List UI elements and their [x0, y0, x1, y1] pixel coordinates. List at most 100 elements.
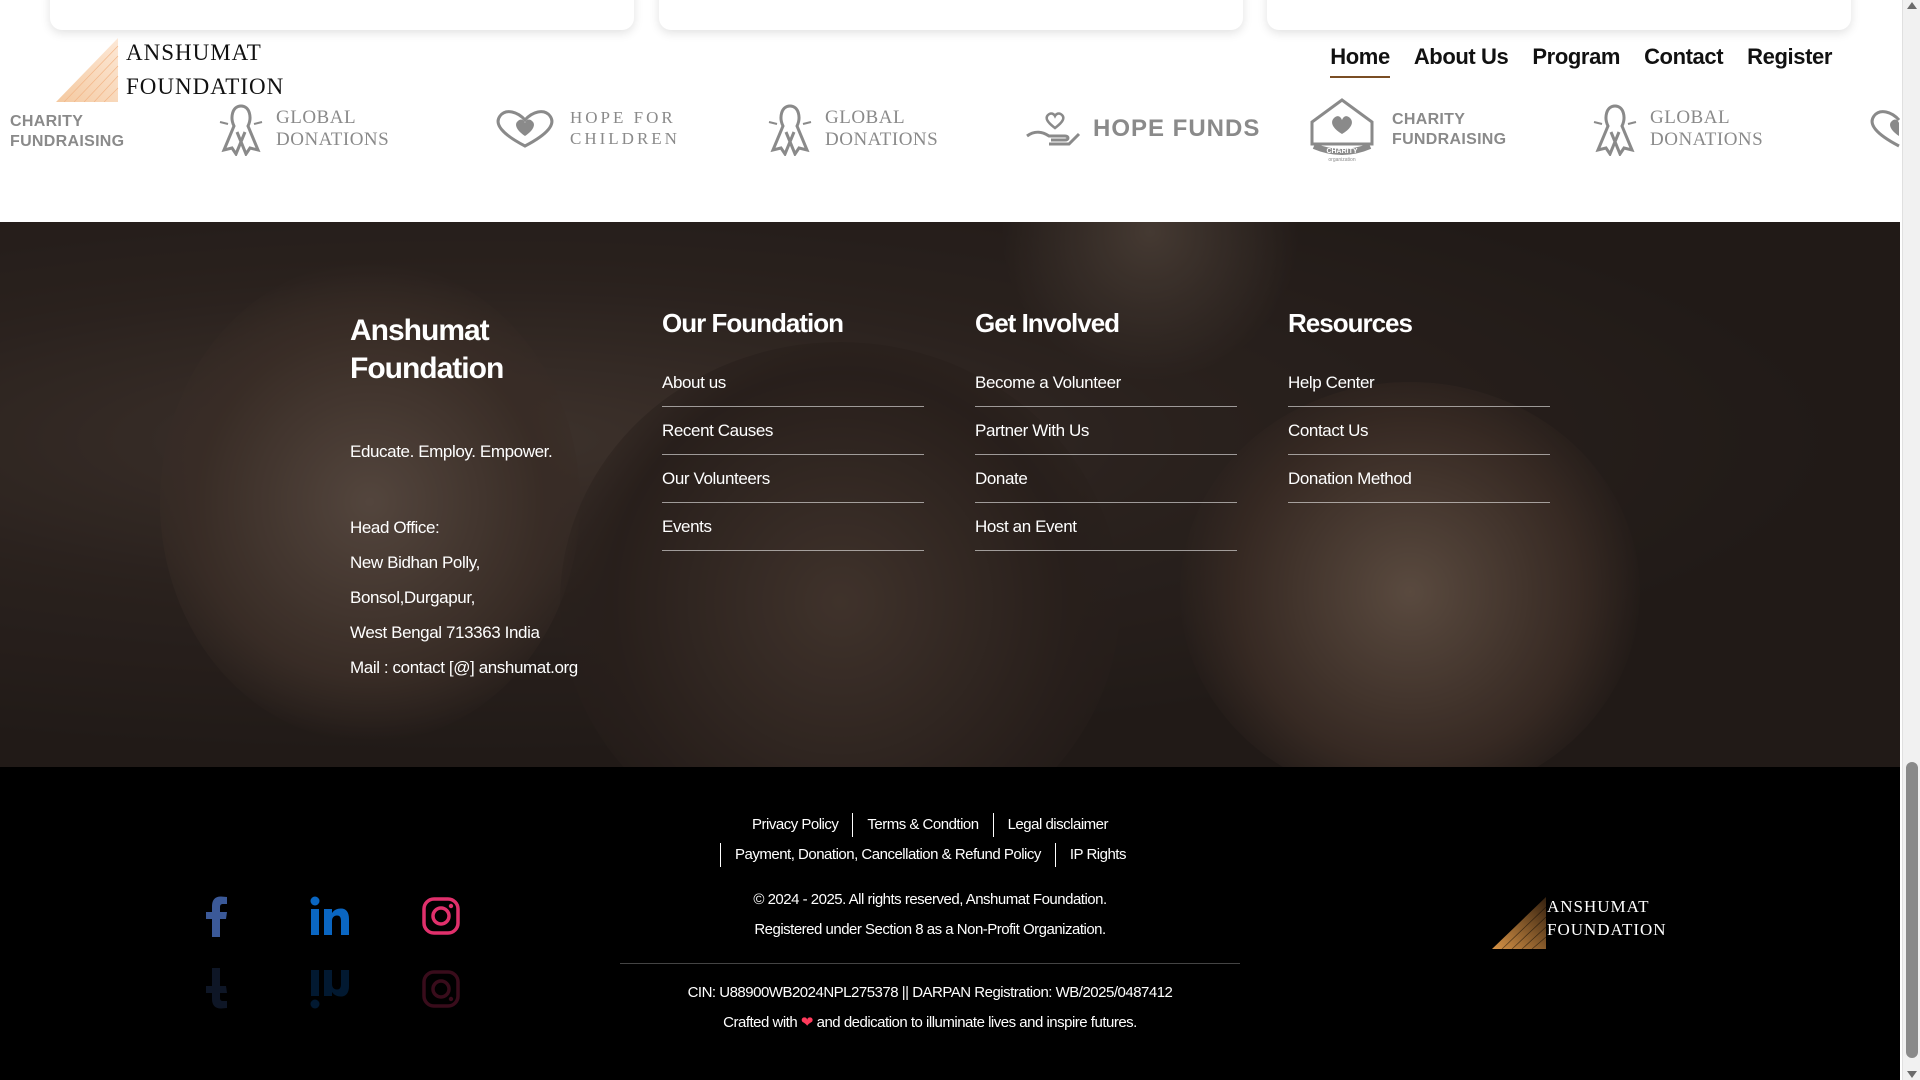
hand-heart-icon: [1026, 112, 1081, 146]
copyright-text: © 2024 - 2025. All rights reserved, Ansh…: [753, 891, 1107, 908]
partner-label: FUNDRAISING: [1392, 131, 1507, 148]
partner-label: FUNDRAISING: [10, 133, 125, 150]
footer-link-donate[interactable]: Donate: [975, 455, 1237, 503]
facebook-icon: [196, 963, 238, 1010]
privacy-policy-link[interactable]: Privacy Policy: [738, 813, 852, 837]
cin-text: CIN: U88900WB2024NPL275378 || DARPAN Reg…: [687, 984, 1173, 1001]
divider: [620, 963, 1240, 964]
scrollbar-thumb[interactable]: [1906, 762, 1918, 1058]
bg-overlay: [0, 222, 1900, 767]
nav-program[interactable]: Program: [1532, 44, 1620, 78]
nav-contact[interactable]: Contact: [1644, 44, 1723, 78]
partner-charity-fundraising: CHARITY organization CHARITY FUNDRAISING: [1304, 98, 1506, 162]
footer-col-foundation: Our Foundation About us Recent Causes Ou…: [662, 308, 924, 551]
footer-bottom-bar: Privacy Policy Terms & Condtion Legal di…: [0, 767, 1900, 1080]
partner-label: DONATIONS: [276, 129, 390, 150]
partner-logos: ‹ CHARITY FUNDRAISING GLOBAL DONATIONS H…: [0, 98, 1900, 162]
social-links: [196, 895, 462, 937]
copyright-block: © 2024 - 2025. All rights reserved, Ansh…: [620, 885, 1240, 945]
ribbon-icon: [1593, 104, 1637, 156]
partner-label: HOPE FOR: [570, 108, 676, 127]
hearts-hands-icon: [1870, 110, 1900, 148]
col-heading: Our Foundation: [662, 308, 844, 338]
partner-hope-for-children: HOPE FOR CHILDREN: [492, 106, 680, 150]
address-line: West Bengal 713363 India: [350, 623, 540, 642]
logo-triangle-icon: [56, 38, 119, 102]
facebook-icon[interactable]: [196, 895, 238, 937]
registration-text: Registered under Section 8 as a Non-Prof…: [754, 921, 1106, 938]
charity-badge-icon: CHARITY organization: [1310, 98, 1374, 162]
logo-line1: ANSHUMAT: [126, 40, 262, 65]
nav-about-us[interactable]: About Us: [1414, 44, 1509, 78]
footer-link-donation-method[interactable]: Donation Method: [1288, 455, 1550, 503]
legal-section: Privacy Policy Terms & Condtion Legal di…: [620, 813, 1240, 1038]
partner-label: CHARITY: [1392, 111, 1466, 128]
badge-label: CHARITY: [1326, 148, 1357, 155]
footer-link-about-us[interactable]: About us: [662, 373, 924, 407]
footer-link-become-volunteer[interactable]: Become a Volunteer: [975, 373, 1237, 407]
partner-global-donations: GLOBAL DONATIONS: [767, 102, 938, 156]
footer-link-our-volunteers[interactable]: Our Volunteers: [662, 455, 924, 503]
footer-link-partner-with-us[interactable]: Partner With Us: [975, 407, 1237, 455]
address-line: Head Office:: [350, 518, 440, 537]
logo-triangle-icon: [1492, 897, 1547, 949]
site-logo[interactable]: ANSHUMAT FOUNDATION: [56, 30, 296, 102]
hearts-hands-icon: [496, 110, 554, 148]
logo-line1: ANSHUMAT: [1547, 897, 1650, 916]
legal-disclaimer-link[interactable]: Legal disclaimer: [992, 813, 1122, 837]
col-heading: Resources: [1288, 308, 1413, 338]
ribbon-icon: [219, 104, 263, 156]
logo-text: ANSHUMAT FOUNDATION: [1547, 895, 1667, 941]
partner-label: GLOBAL: [1650, 107, 1731, 128]
partner-hope-for-children: [1866, 106, 1900, 150]
main-nav: Home About Us Program Contact Register: [1330, 44, 1832, 78]
partner-charity-fundraising: ‹ CHARITY FUNDRAISING: [0, 112, 124, 152]
refund-policy-link[interactable]: Payment, Donation, Cancellation & Refund…: [720, 843, 1055, 867]
footer-logo[interactable]: ANSHUMAT FOUNDATION: [1492, 893, 1682, 959]
footer-brand-col: Anshumat Foundation Educate. Employ. Emp…: [350, 312, 630, 685]
crafted-post: and dedication to illuminate lives and i…: [816, 1014, 1138, 1031]
social-reflection: [196, 963, 462, 1010]
partner-label: DONATIONS: [1650, 129, 1764, 150]
footer-hero: Anshumat Foundation Educate. Employ. Emp…: [0, 222, 1900, 767]
partner-label: CHILDREN: [570, 129, 680, 148]
scroll-up-icon[interactable]: [1907, 2, 1917, 9]
partner-hope-funds: HOPE FUNDS: [1025, 110, 1260, 148]
legal-links-row: Payment, Donation, Cancellation & Refund…: [620, 843, 1240, 867]
partner-label: GLOBAL: [825, 107, 906, 128]
instagram-icon[interactable]: [420, 895, 462, 937]
brand-line1: Anshumat: [350, 314, 490, 347]
footer-link-help-center[interactable]: Help Center: [1288, 373, 1550, 407]
footer-col-resources: Resources Help Center Contact Us Donatio…: [1288, 308, 1550, 503]
footer-email[interactable]: Mail : contact [@] anshumat.org: [350, 650, 630, 685]
partner-label: GLOBAL: [276, 107, 357, 128]
footer-link-host-event[interactable]: Host an Event: [975, 503, 1237, 551]
ip-rights-link[interactable]: IP Rights: [1054, 843, 1140, 867]
partner-global-donations: GLOBAL DONATIONS: [1592, 102, 1763, 156]
scroll-down-icon[interactable]: [1907, 1071, 1917, 1078]
footer-tagline: Educate. Employ. Empower.: [350, 442, 553, 461]
nav-home[interactable]: Home: [1330, 44, 1390, 78]
brand-line2: Foundation: [350, 352, 504, 385]
footer-col-get-involved: Get Involved Become a Volunteer Partner …: [975, 308, 1237, 551]
partner-label: HOPE FUNDS: [1093, 115, 1261, 142]
heart-icon: ❤: [800, 1014, 814, 1031]
linkedin-icon: [308, 963, 350, 1010]
footer-link-contact-us[interactable]: Contact Us: [1288, 407, 1550, 455]
terms-link[interactable]: Terms & Condtion: [852, 813, 992, 837]
footer-link-events[interactable]: Events: [662, 503, 924, 551]
partner-global-donations: GLOBAL DONATIONS: [218, 102, 389, 156]
logo-line2: FOUNDATION: [1547, 920, 1667, 939]
page-scrollbar[interactable]: [1902, 0, 1920, 1080]
nav-register[interactable]: Register: [1747, 44, 1832, 78]
crafted-pre: Crafted with: [723, 1014, 798, 1031]
footer-link-recent-causes[interactable]: Recent Causes: [662, 407, 924, 455]
linkedin-icon[interactable]: [308, 895, 350, 937]
badge-sub: organization: [1328, 157, 1355, 162]
col-heading: Get Involved: [975, 308, 1120, 338]
legal-links-row: Privacy Policy Terms & Condtion Legal di…: [620, 813, 1240, 837]
partner-label: DONATIONS: [825, 129, 939, 150]
address-line: Bonsol,Durgapur,: [350, 588, 475, 607]
partner-label: CHARITY: [10, 113, 84, 130]
site-header: ANSHUMAT FOUNDATION Home About Us Progra…: [0, 20, 1900, 102]
